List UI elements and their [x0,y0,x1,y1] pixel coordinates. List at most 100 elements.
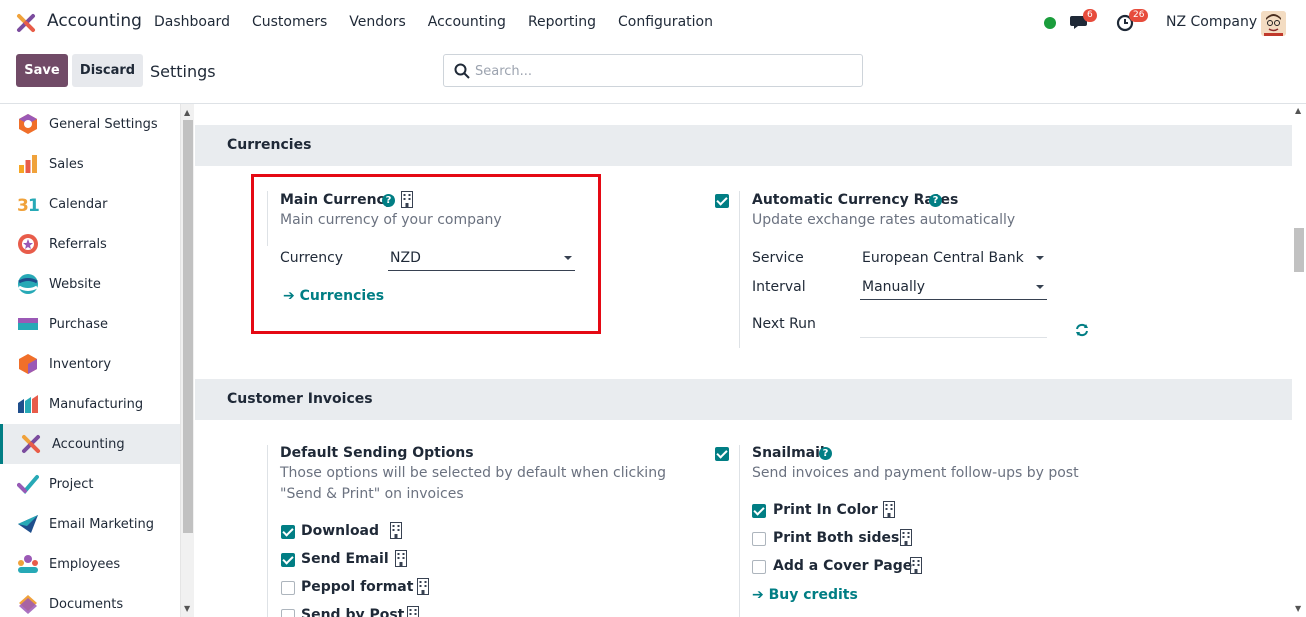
send-by-post-label[interactable]: Send by Post [301,607,404,617]
print-in-color-checkbox[interactable] [752,504,766,518]
menu-accounting[interactable]: Accounting [428,14,506,30]
currencies-section-header: Currencies [195,125,1292,166]
add-cover-page-checkbox[interactable] [752,560,766,574]
interval-select[interactable]: Manually [860,276,1047,300]
sales-icon [19,155,37,173]
company-building-icon [910,557,922,574]
presence-status-icon[interactable] [1044,17,1056,29]
sidebar-item-label: Accounting [52,436,125,452]
next-run-input[interactable] [860,314,1047,338]
service-select[interactable]: European Central Bank [860,247,1047,271]
sidebar-item-documents[interactable]: Documents [0,584,180,617]
top-navbar: Accounting Dashboard Customers Vendors A… [0,0,1306,46]
auto-rates-title: Automatic Currency Rates [752,192,959,208]
default-sending-description: Those options will be selected by defaul… [280,465,666,502]
menu-customers[interactable]: Customers [252,14,327,30]
sidebar-item-label: Referrals [49,236,107,252]
send-email-label[interactable]: Send Email [301,551,389,567]
menu-dashboard[interactable]: Dashboard [154,14,230,30]
company-building-icon [407,606,419,617]
sidebar-item-purchase[interactable]: Purchase [0,304,180,344]
activities-button[interactable]: 26 [1116,9,1149,34]
sidebar-item-label: General Settings [49,116,158,132]
sidebar-item-general-settings[interactable]: General Settings [0,104,180,144]
snailmail-checkbox[interactable] [715,447,729,461]
company-switcher[interactable]: NZ Company [1166,14,1257,30]
sidebar-item-sales[interactable]: Sales [0,144,180,184]
print-in-color-label[interactable]: Print In Color [773,502,878,518]
sidebar-item-label: Email Marketing [49,516,154,532]
interval-label: Interval [752,279,806,295]
scroll-up-icon[interactable]: ▲ [1295,106,1301,115]
calendar-icon: 3 1 [17,196,39,215]
search-box[interactable] [443,54,863,87]
sidebar-item-label: Documents [49,596,124,612]
section-title: Customer Invoices [227,391,373,407]
print-both-sides-checkbox[interactable] [752,532,766,546]
accounting-icon [22,435,40,453]
menu-configuration[interactable]: Configuration [618,14,713,30]
chevron-down-icon [1036,285,1044,289]
messages-button[interactable]: 6 [1070,9,1097,34]
sidebar-item-label: Manufacturing [49,396,144,412]
scroll-down-icon[interactable]: ▼ [1295,604,1301,613]
sidebar-item-project[interactable]: Project [0,464,180,504]
page-title: Settings [150,62,216,81]
discard-button[interactable]: Discard [72,54,143,87]
divider [267,445,268,617]
peppol-format-checkbox[interactable] [281,581,295,595]
buy-credits-label: Buy credits [768,587,858,603]
send-email-checkbox[interactable] [281,553,295,567]
employees-icon [18,555,38,573]
highlight-box [251,174,601,334]
activities-badge: 26 [1129,9,1149,22]
interval-value: Manually [862,279,926,295]
sidebar-scroll-thumb[interactable] [183,120,193,533]
sidebar-item-label: Sales [49,156,84,172]
company-building-icon [390,522,402,539]
sidebar-item-label: Employees [49,556,121,572]
sidebar-item-accounting[interactable]: Accounting [0,424,180,464]
inventory-icon [19,354,37,374]
next-run-label: Next Run [752,316,816,332]
purchase-icon [18,318,38,330]
auto-rates-checkbox[interactable] [715,194,729,208]
content-scroll-thumb[interactable] [1294,228,1304,272]
menu-vendors[interactable]: Vendors [349,14,405,30]
sidebar-scrollbar[interactable]: ▲ ▼ [180,104,194,617]
menu-reporting[interactable]: Reporting [528,14,596,30]
sidebar-item-email-marketing[interactable]: Email Marketing [0,504,180,544]
scroll-down-icon[interactable]: ▼ [184,604,190,613]
sidebar-item-website[interactable]: Website [0,264,180,304]
refresh-icon[interactable] [1075,323,1089,337]
sidebar-item-manufacturing[interactable]: Manufacturing [0,384,180,424]
sidebar-item-inventory[interactable]: Inventory [0,344,180,384]
buy-credits-link[interactable]: ➔ Buy credits [752,587,858,603]
email-marketing-icon [18,515,38,533]
add-cover-page-label[interactable]: Add a Cover Page [773,558,912,574]
help-icon[interactable]: ? [929,194,942,207]
search-input[interactable] [475,61,855,81]
content-scrollbar[interactable]: ▲ ▼ [1292,104,1306,617]
user-avatar[interactable] [1261,11,1286,36]
help-icon[interactable]: ? [819,447,832,460]
sidebar-item-referrals[interactable]: Referrals [0,224,180,264]
sidebar-item-label: Calendar [49,196,108,212]
send-by-post-checkbox[interactable] [281,609,295,617]
save-button[interactable]: Save [16,54,68,87]
app-name[interactable]: Accounting [47,11,142,31]
download-checkbox[interactable] [281,525,295,539]
sidebar-item-calendar[interactable]: 3 1 Calendar [0,184,180,224]
print-both-sides-label[interactable]: Print Both sides [773,530,899,546]
sidebar-item-employees[interactable]: Employees [0,544,180,584]
main-menu: Dashboard Customers Vendors Accounting R… [154,14,713,30]
accounting-app-icon[interactable] [16,13,36,33]
peppol-format-label[interactable]: Peppol format [301,579,413,595]
company-building-icon [395,550,407,567]
download-label[interactable]: Download [301,523,379,539]
general-settings-icon [19,114,37,134]
divider [739,191,740,348]
settings-sidebar: General Settings Sales 3 1 Calendar Refe… [0,104,180,617]
scroll-up-icon[interactable]: ▲ [184,108,190,117]
avatar-icon [1261,11,1286,36]
